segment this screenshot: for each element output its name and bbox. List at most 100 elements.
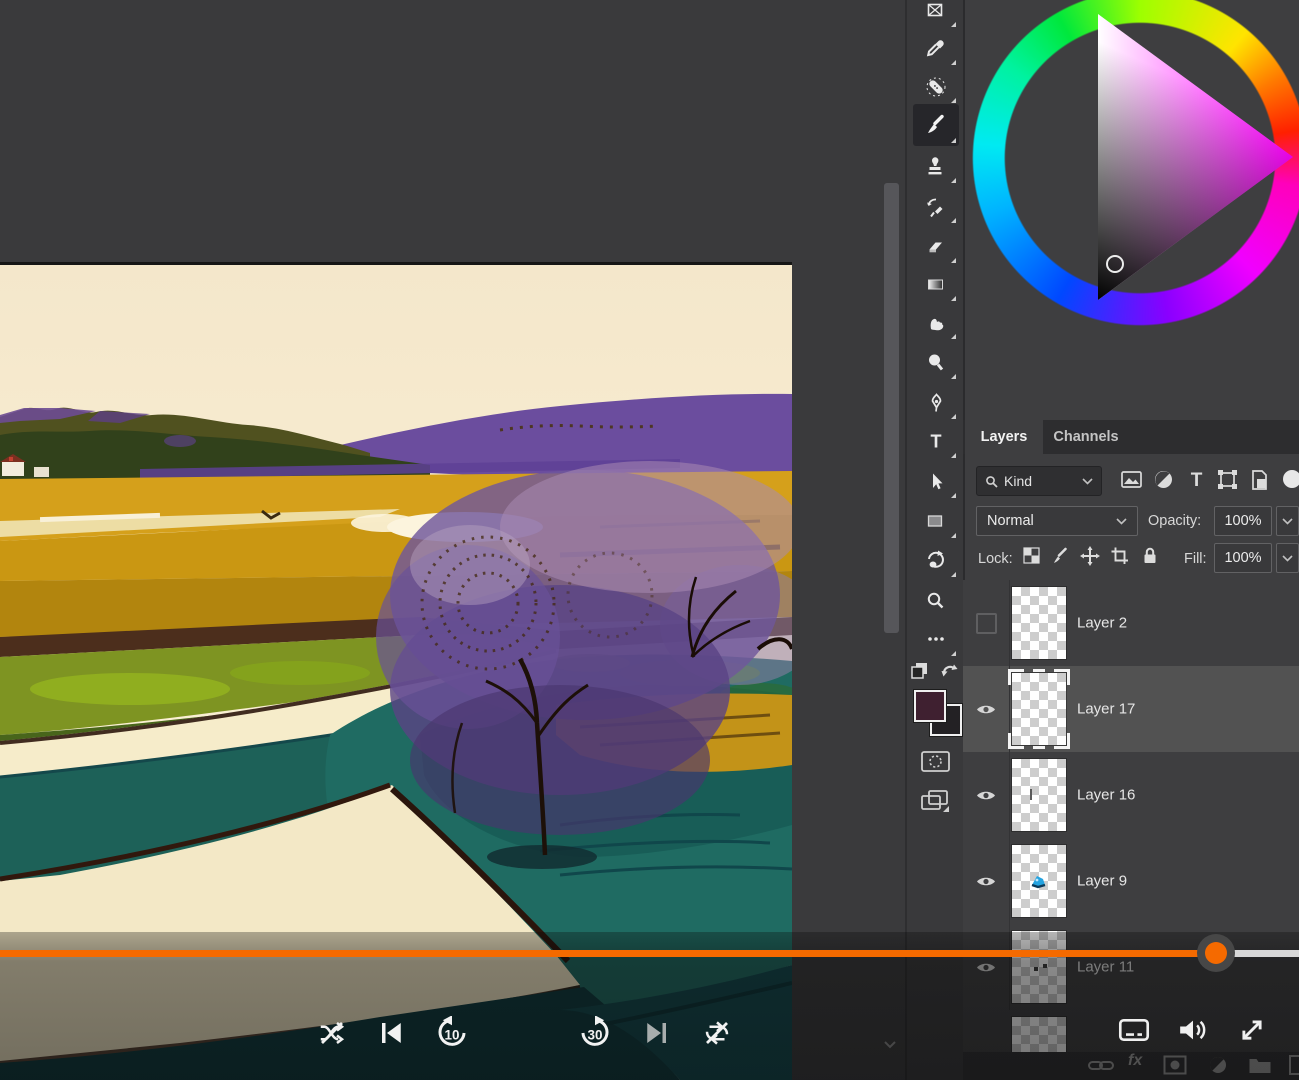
layer-row-layer-9[interactable]: Layer 9: [963, 838, 1299, 925]
repeat-off-button[interactable]: [700, 1016, 734, 1050]
lock-artboard-icon[interactable]: [1110, 546, 1130, 566]
swap-colors-icon[interactable]: [941, 662, 959, 678]
transform-tick: [1033, 746, 1045, 749]
layer-row-layer-17[interactable]: Layer 17: [963, 666, 1299, 753]
layer-filter-dropdown[interactable]: Kind: [976, 466, 1102, 496]
scroll-down-chevron-icon[interactable]: [882, 1040, 898, 1050]
rewind-10-button[interactable]: 10: [435, 1016, 469, 1050]
shape-layer-filter-icon[interactable]: [1216, 468, 1240, 492]
tab-channels[interactable]: Channels: [1043, 420, 1129, 454]
blend-mode-dropdown[interactable]: Normal: [976, 506, 1138, 536]
thumb-mark: [1034, 967, 1038, 971]
path-select-tool-button[interactable]: [913, 463, 959, 501]
chevron-down-icon: [1282, 555, 1293, 562]
shuffle-off-button[interactable]: [315, 1016, 349, 1050]
eraser-tool-button[interactable]: [913, 228, 959, 266]
video-progress-filled[interactable]: [0, 950, 1216, 957]
lock-all-icon[interactable]: [1140, 546, 1160, 566]
transform-corner: [1008, 733, 1024, 749]
layer-thumbnail[interactable]: [1012, 931, 1066, 1003]
gradient-tool-button[interactable]: [913, 266, 959, 304]
type-layer-filter-icon[interactable]: T: [1185, 468, 1209, 492]
saturation-triangle[interactable]: [960, 0, 1299, 360]
chevron-down-icon: [1082, 478, 1093, 485]
lock-paint-icon[interactable]: [1051, 546, 1071, 566]
foreground-color-swatch[interactable]: [914, 690, 946, 722]
screen-mode-icon[interactable]: [920, 788, 952, 816]
opacity-value-field[interactable]: 100%: [1214, 506, 1272, 536]
default-colors-icon[interactable]: [911, 662, 929, 680]
frame-tool-button[interactable]: [913, 0, 959, 30]
fill-label: Fill:: [1184, 551, 1207, 567]
smudge-tool-button[interactable]: [913, 304, 959, 342]
pen-tool-button[interactable]: [913, 384, 959, 422]
previous-button[interactable]: [375, 1016, 409, 1050]
layer-thumbnail[interactable]: [1012, 759, 1066, 831]
layer-row-layer-16[interactable]: Layer 16: [963, 752, 1299, 839]
tab-layers-label: Layers: [981, 429, 1028, 445]
volume-button[interactable]: [1176, 1013, 1210, 1047]
quick-mask-icon[interactable]: [920, 750, 952, 774]
fill-dropdown-button[interactable]: [1276, 543, 1299, 573]
next-button[interactable]: [639, 1016, 673, 1050]
more-tools-button[interactable]: [913, 621, 959, 659]
rectangle-tool-button[interactable]: [913, 503, 959, 541]
canvas-scrollbar[interactable]: [884, 183, 899, 633]
frame-icon: [925, 0, 947, 22]
fullscreen-icon: [1237, 1015, 1267, 1045]
forward-30-button[interactable]: 30: [578, 1016, 612, 1050]
lock-position-icon[interactable]: [1080, 546, 1100, 566]
captions-button[interactable]: [1117, 1013, 1151, 1047]
pixel-layer-filter-icon[interactable]: [1120, 468, 1144, 492]
zoom-tool-button[interactable]: [913, 582, 959, 620]
search-icon: [985, 475, 998, 488]
visibility-toggle[interactable]: [963, 666, 1010, 752]
add-layer-mask-icon[interactable]: [1163, 1055, 1187, 1075]
visibility-toggle[interactable]: [963, 838, 1010, 924]
painting-canvas[interactable]: [0, 265, 792, 1080]
tab-layers[interactable]: Layers: [965, 420, 1043, 454]
pen-icon: [925, 392, 947, 414]
layer-thumbnail[interactable]: [1012, 587, 1066, 659]
layer-row-layer-11[interactable]: Layer 11: [963, 924, 1299, 1011]
clone-stamp-tool-button[interactable]: [913, 148, 959, 186]
layer-name[interactable]: Layer 11: [1077, 959, 1134, 976]
brush-tool-button[interactable]: [913, 104, 959, 146]
history-brush-tool-button[interactable]: [913, 188, 959, 226]
type-tool-button[interactable]: T: [913, 423, 959, 461]
svg-text:T: T: [931, 432, 942, 452]
smart-object-filter-icon[interactable]: [1248, 468, 1272, 492]
chevron-down-icon: [1282, 518, 1293, 525]
brush-icon: [924, 113, 948, 137]
eyedropper-tool-button[interactable]: [913, 30, 959, 68]
rotate-view-tool-button[interactable]: [913, 542, 959, 580]
transform-corner: [1054, 733, 1070, 749]
adjustment-layer-filter-icon[interactable]: [1152, 468, 1176, 492]
filter-kind-label: Kind: [1004, 473, 1032, 489]
layer-row-layer-2[interactable]: Layer 2: [963, 580, 1299, 667]
link-layers-icon[interactable]: [1088, 1054, 1114, 1076]
filter-toggle[interactable]: [1283, 470, 1299, 488]
scrubber-handle[interactable]: [1205, 942, 1227, 964]
layer-effects-button[interactable]: fx: [1128, 1052, 1142, 1070]
fill-value-field[interactable]: 100%: [1214, 543, 1272, 573]
volume-icon: [1177, 1016, 1209, 1044]
layer-name[interactable]: Layer 17: [1077, 701, 1135, 718]
visibility-toggle[interactable]: [963, 752, 1010, 838]
spot-healing-tool-button[interactable]: [913, 68, 959, 106]
new-layer-icon[interactable]: [1288, 1054, 1299, 1076]
visibility-toggle[interactable]: [963, 924, 1010, 1010]
tab-channels-label: Channels: [1053, 429, 1118, 445]
type-icon: T: [925, 431, 947, 453]
dodge-tool-button[interactable]: [913, 344, 959, 382]
visibility-toggle[interactable]: [963, 580, 1010, 666]
opacity-dropdown-button[interactable]: [1276, 506, 1299, 536]
fullscreen-button[interactable]: [1235, 1013, 1269, 1047]
layer-name[interactable]: Layer 16: [1077, 787, 1135, 804]
lock-transparency-icon[interactable]: [1022, 546, 1042, 566]
new-adjustment-layer-icon[interactable]: [1208, 1055, 1228, 1075]
eraser-icon: [925, 236, 947, 258]
new-group-icon[interactable]: [1248, 1055, 1272, 1075]
layer-name[interactable]: Layer 9: [1077, 873, 1127, 890]
layer-name[interactable]: Layer 2: [1077, 615, 1127, 632]
